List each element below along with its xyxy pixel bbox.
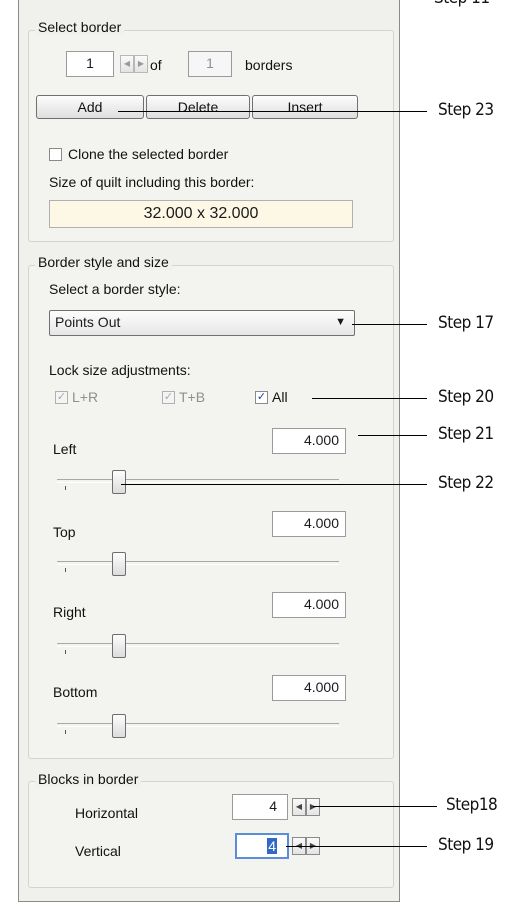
arrow-right-icon[interactable]: ▶: [134, 55, 148, 73]
step18-leader: [313, 806, 437, 807]
step19-leader: [286, 846, 427, 847]
lock-tb-label: T+B: [179, 389, 206, 405]
insert-button[interactable]: Insert: [252, 95, 358, 119]
step17-leader: [352, 324, 427, 325]
of-label: of: [150, 57, 162, 73]
top-slider-tick: [65, 568, 66, 572]
top-label: Top: [53, 524, 76, 540]
bottom-slider-tick: [65, 730, 66, 734]
right-slider-tick: [65, 650, 66, 654]
blocks-group: [28, 781, 394, 888]
add-button[interactable]: Add: [36, 95, 144, 119]
blocks-title: Blocks in border: [35, 771, 142, 787]
right-slider-track: [57, 643, 339, 647]
top-slider-thumb[interactable]: [112, 552, 126, 576]
select-border-title: Select border: [35, 19, 125, 35]
arrow-left-icon[interactable]: ◀: [292, 798, 306, 816]
clone-label: Clone the selected border: [68, 146, 229, 162]
bottom-slider-track: [57, 723, 339, 727]
borders-label: borders: [245, 57, 293, 73]
bottom-slider-thumb[interactable]: [112, 714, 126, 738]
clone-checkbox[interactable]: [49, 148, 62, 161]
border-style-dropdown[interactable]: Points Out ▼: [49, 310, 355, 336]
triangle-down-icon: ▼: [335, 316, 346, 328]
quilt-size-value: 32.000 x 32.000: [49, 200, 353, 228]
left-label: Left: [53, 441, 77, 457]
bottom-label: Bottom: [53, 684, 98, 700]
left-slider-track: [57, 479, 339, 483]
checkmark-icon: ✓: [256, 391, 267, 403]
border-total-field: 1: [188, 51, 232, 77]
step20-label: Step 20: [438, 387, 494, 407]
left-slider-thumb[interactable]: [112, 470, 126, 494]
vertical-value: 4: [267, 838, 277, 854]
border-style-value: Points Out: [55, 314, 121, 330]
top-slider-track: [57, 561, 339, 565]
border-panel: Select border 1 ◀ ▶ of 1 borders Add Del…: [18, 0, 400, 902]
step17-label: Step 17: [438, 313, 494, 333]
step23-label: Step 23: [438, 100, 494, 120]
top-value-field[interactable]: 4.000: [272, 511, 346, 537]
horizontal-label: Horizontal: [75, 805, 139, 821]
left-value-field[interactable]: 4.000: [272, 428, 346, 454]
step20-leader: [312, 398, 427, 399]
step21-leader: [358, 435, 427, 436]
lock-lr-checkbox: ✓: [55, 391, 68, 404]
lock-all-label: All: [272, 389, 288, 405]
step-top-label: Step 11: [434, 0, 490, 8]
quilt-size-label: Size of quilt including this border:: [49, 174, 255, 190]
horizontal-value-field[interactable]: 4: [232, 794, 288, 820]
step22-leader: [121, 484, 427, 485]
right-label: Right: [53, 604, 86, 620]
lock-tb-checkbox: ✓: [162, 391, 175, 404]
style-select-label: Select a border style:: [49, 281, 181, 297]
step23-leader: [118, 111, 427, 112]
border-style-title: Border style and size: [35, 254, 172, 270]
arrow-left-icon[interactable]: ◀: [120, 55, 134, 73]
left-slider-tick: [65, 486, 66, 490]
step19-label: Step 19: [438, 835, 494, 855]
lock-lr-label: L+R: [72, 389, 99, 405]
delete-button[interactable]: Delete: [146, 95, 250, 119]
lock-size-label: Lock size adjustments:: [49, 362, 191, 378]
arrow-right-icon[interactable]: ▶: [306, 798, 320, 816]
step18-label: Step18: [446, 795, 498, 815]
lock-all-checkbox[interactable]: ✓: [255, 391, 268, 404]
right-value-field[interactable]: 4.000: [272, 592, 346, 618]
border-index-field[interactable]: 1: [66, 51, 114, 77]
step21-label: Step 21: [438, 424, 494, 444]
vertical-value-field[interactable]: 4: [235, 833, 289, 859]
step22-label: Step 22: [438, 473, 494, 493]
bottom-value-field[interactable]: 4.000: [272, 675, 346, 701]
right-slider-thumb[interactable]: [112, 634, 126, 658]
vertical-label: Vertical: [75, 843, 121, 859]
